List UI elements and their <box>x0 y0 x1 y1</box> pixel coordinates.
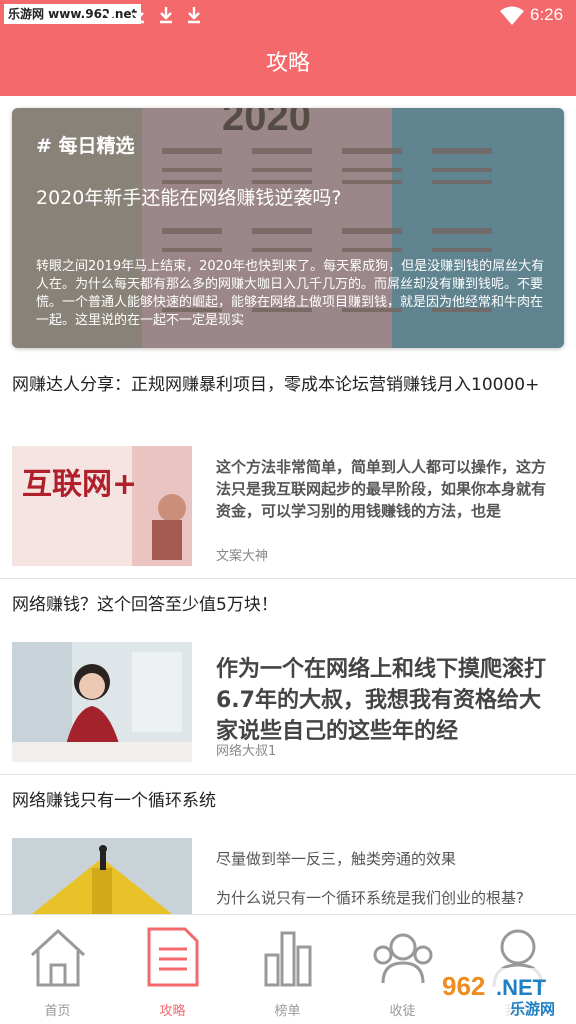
featured-card[interactable]: 2020 # 每日精选 2020年新手还能在网络赚钱逆袭吗? 转眼之间2019年… <box>12 108 564 348</box>
article-title: 网络赚钱？这个回答至少值5万块！ <box>12 595 278 615</box>
home-icon <box>30 928 86 987</box>
featured-tag: # 每日精选 <box>36 135 135 157</box>
tab-label: 榜单 <box>274 1004 301 1019</box>
document-icon <box>147 927 199 987</box>
download-icon <box>104 7 116 24</box>
download-icon <box>132 7 144 24</box>
app-header: 乐游网 www.962.net 6:26 攻略 <box>0 0 576 96</box>
tab-label: 首页 <box>44 1004 71 1019</box>
wifi-icon <box>500 6 524 25</box>
featured-description: 转眼之间2019年马上结束，2020年也快到来了。每天累成狗，但是没赚到钱的屌丝… <box>36 259 545 328</box>
featured-title: 2020年新手还能在网络赚钱逆袭吗? <box>36 187 342 209</box>
article-thumbnail: 互联网+ <box>12 446 192 566</box>
article-thumbnail <box>12 642 192 762</box>
download-icon <box>160 7 172 24</box>
article-excerpt-line: 尽量做到举一反三，触类旁通的效果 <box>216 850 457 868</box>
article-item[interactable]: 网络赚钱？这个回答至少值5万块！ 作为一个在网络上和线下摸爬滚打6.7年的大叔，… <box>0 579 576 775</box>
svg-text:乐游网: 乐游网 <box>510 1000 555 1018</box>
svg-text:.NET: .NET <box>496 975 547 1000</box>
bar-chart-icon <box>264 931 312 987</box>
article-author: 文案大神 <box>216 549 269 564</box>
notification-icons <box>100 5 204 25</box>
thumbnail-text: 互联网+ <box>22 467 137 502</box>
article-excerpt: 这个方法非常简单，简单到人人都可以操作，这方法只是我互联网起步的最早阶段，如果你… <box>216 458 547 520</box>
download-icon <box>188 7 200 24</box>
article-title: 网络赚钱只有一个循环系统 <box>12 791 216 811</box>
group-icon <box>373 933 433 984</box>
svg-text:962: 962 <box>442 971 485 1001</box>
article-item[interactable]: 网赚达人分享：正规网赚暴利项目，零成本论坛营销赚钱月入10000+ 互联网+ 这… <box>0 360 576 579</box>
article-excerpt: 作为一个在网络上和线下摸爬滚打6.7年的大叔，我想我有资格给大家说些自己的这些年… <box>216 657 547 744</box>
article-excerpt-line: 为什么说只有一个循环系统是我们创业的根基? <box>216 889 524 907</box>
status-bar: 乐游网 www.962.net 6:26 <box>0 0 576 32</box>
tab-home[interactable]: 首页 <box>0 915 115 1024</box>
article-title: 网赚达人分享：正规网赚暴利项目，零成本论坛营销赚钱月入10000+ <box>12 375 540 395</box>
tab-label: 攻略 <box>159 1004 186 1019</box>
article-author: 网络大叔1 <box>216 744 277 759</box>
page-title: 攻略 <box>265 51 310 76</box>
status-time: 6:26 <box>530 5 564 24</box>
site-watermark-logo: 962 .NET 乐游网 <box>436 968 570 1018</box>
article-item[interactable]: 网络赚钱只有一个循环系统 尽量做到举一反三，触类旁通的效果 为什么说只有一个循环… <box>0 775 576 914</box>
tab-guide[interactable]: 攻略 <box>115 915 230 1024</box>
tab-ranking[interactable]: 榜单 <box>230 915 345 1024</box>
article-thumbnail <box>12 838 192 914</box>
